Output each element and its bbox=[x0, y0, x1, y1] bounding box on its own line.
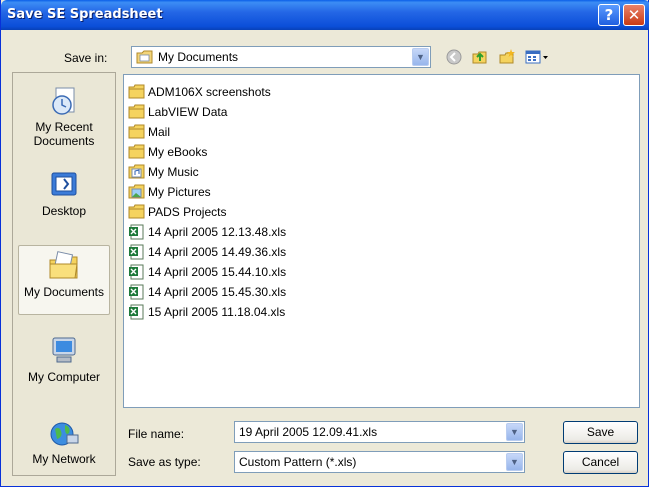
save-as-type-label: Save as type: bbox=[128, 455, 201, 469]
file-name: My Music bbox=[148, 165, 199, 179]
close-button[interactable]: ✕ bbox=[623, 4, 645, 26]
new-folder-icon[interactable] bbox=[498, 48, 516, 66]
file-name: 14 April 2005 14.49.36.xls bbox=[148, 245, 287, 259]
my-network-icon bbox=[50, 422, 79, 446]
recent-documents-icon bbox=[52, 87, 75, 115]
file-name-input[interactable]: 19 April 2005 12.09.41.xls ▼ bbox=[234, 421, 525, 443]
file-list[interactable]: ADM106X screenshots LabVIEW Data Mail My… bbox=[123, 74, 640, 408]
my-documents-small-icon bbox=[136, 50, 153, 64]
file-name: LabVIEW Data bbox=[148, 105, 228, 119]
save-as-type-value: Custom Pattern (*.xls) bbox=[239, 455, 357, 469]
file-name: Mail bbox=[148, 125, 171, 139]
folder-icon bbox=[128, 124, 145, 139]
my-documents-icon bbox=[49, 251, 78, 279]
file-name: 14 April 2005 12.13.48.xls bbox=[148, 225, 287, 239]
place-label: Desktop bbox=[41, 204, 87, 218]
folder-icon bbox=[128, 84, 145, 99]
place-label-line2: Documents bbox=[33, 134, 95, 148]
save-in-value: My Documents bbox=[158, 50, 239, 64]
save-in-dropdown[interactable]: My Documents ▼ bbox=[131, 46, 431, 68]
place-label: My Recent bbox=[35, 120, 93, 134]
file-name: My eBooks bbox=[148, 145, 208, 159]
place-label: My Network bbox=[32, 452, 96, 466]
excel-file-icon bbox=[129, 264, 144, 280]
save-dialog: Save SE Spreadsheet ? ✕ Save in: My Docu… bbox=[0, 0, 649, 487]
file-name: My Pictures bbox=[148, 185, 211, 199]
file-name-label: File name: bbox=[128, 427, 185, 441]
place-label: My Documents bbox=[23, 285, 105, 299]
my-computer-icon bbox=[52, 337, 76, 363]
chevron-down-icon[interactable]: ▼ bbox=[506, 423, 523, 441]
chevron-down-icon[interactable]: ▼ bbox=[506, 453, 523, 471]
places-bar: My Recent Documents Desktop My Documents bbox=[12, 72, 116, 476]
place-label: My Computer bbox=[27, 370, 101, 384]
up-folder-icon[interactable] bbox=[471, 48, 489, 66]
excel-file-icon bbox=[129, 224, 144, 240]
excel-file-icon bbox=[129, 284, 144, 300]
save-button[interactable]: Save bbox=[563, 421, 638, 444]
place-my-recent-documents[interactable]: My Recent Documents bbox=[13, 81, 115, 148]
file-name: 14 April 2005 15.45.30.xls bbox=[148, 285, 287, 299]
help-button[interactable]: ? bbox=[598, 4, 620, 26]
window-title: Save SE Spreadsheet bbox=[7, 7, 163, 22]
file-name: ADM106X screenshots bbox=[148, 85, 271, 99]
pictures-folder-icon bbox=[128, 184, 145, 199]
file-name: 15 April 2005 11.18.04.xls bbox=[148, 305, 286, 319]
place-my-documents[interactable]: My Documents bbox=[18, 245, 110, 315]
excel-file-icon bbox=[129, 304, 144, 320]
place-my-computer[interactable]: My Computer bbox=[13, 331, 115, 384]
music-folder-icon bbox=[128, 164, 145, 179]
desktop-icon bbox=[51, 172, 77, 196]
file-name: 14 April 2005 15.44.10.xls bbox=[148, 265, 287, 279]
save-in-label: Save in: bbox=[64, 51, 108, 65]
place-desktop[interactable]: Desktop bbox=[13, 165, 115, 218]
folder-icon bbox=[128, 144, 145, 159]
folder-icon bbox=[128, 204, 145, 219]
cancel-button[interactable]: Cancel bbox=[563, 451, 638, 474]
file-name: PADS Projects bbox=[148, 205, 227, 219]
save-as-type-dropdown[interactable]: Custom Pattern (*.xls) ▼ bbox=[234, 451, 525, 473]
excel-file-icon bbox=[129, 244, 144, 260]
file-name-value: 19 April 2005 12.09.41.xls bbox=[239, 425, 378, 439]
view-menu-icon[interactable] bbox=[524, 48, 550, 66]
place-my-network[interactable]: My Network bbox=[13, 413, 115, 466]
folder-icon bbox=[128, 104, 145, 119]
title-bar[interactable]: Save SE Spreadsheet ? ✕ bbox=[1, 0, 649, 30]
chevron-down-icon[interactable]: ▼ bbox=[412, 48, 429, 66]
back-icon[interactable] bbox=[445, 48, 463, 66]
